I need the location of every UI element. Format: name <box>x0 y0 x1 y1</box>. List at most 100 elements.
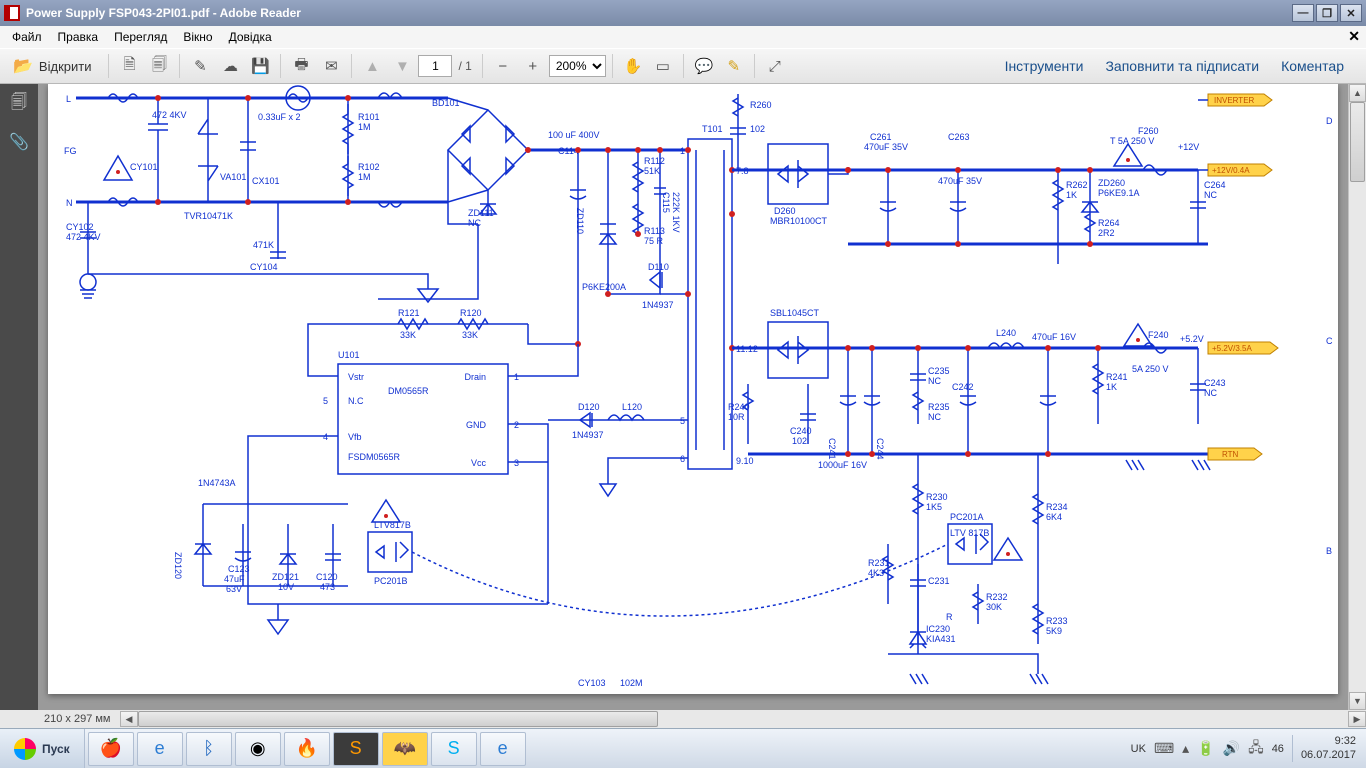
close-button[interactable]: ✕ <box>1340 4 1362 22</box>
svg-text:4: 4 <box>323 432 328 442</box>
network-icon[interactable]: 🖧 <box>1248 737 1264 761</box>
vertical-scrollbar[interactable]: ▲ ▼ <box>1348 84 1366 710</box>
thumbnails-icon[interactable]: 🗐 <box>7 92 31 116</box>
taskbar-app-chrome[interactable]: ◉ <box>235 732 281 766</box>
taskbar-app-ie[interactable]: e <box>137 732 183 766</box>
read-mode-button[interactable]: ⤢ <box>761 52 789 80</box>
scroll-up-button[interactable]: ▲ <box>1349 84 1366 102</box>
page-number-input[interactable] <box>418 55 452 77</box>
scroll-thumb-h[interactable] <box>138 711 658 727</box>
hand-tool-button[interactable]: ✋ <box>619 52 647 80</box>
comment-panel-link[interactable]: Коментар <box>1275 54 1350 78</box>
svg-text:DM0565R: DM0565R <box>388 386 429 396</box>
tools-panel-link[interactable]: Інструменти <box>999 54 1090 78</box>
svg-text:222K 1KV: 222K 1KV <box>671 192 681 233</box>
open-label: Відкрити <box>39 59 92 74</box>
svg-text:SBL1045CT: SBL1045CT <box>770 308 820 318</box>
start-button[interactable]: Пуск <box>0 729 85 768</box>
menu-help[interactable]: Довідка <box>221 28 280 46</box>
svg-text:L: L <box>66 94 71 104</box>
menu-edit[interactable]: Правка <box>50 28 107 46</box>
tray-chevron-icon[interactable]: ▴ <box>1182 740 1189 757</box>
print-button[interactable]: 🖶 <box>287 52 315 80</box>
keyboard-icon[interactable]: ⌨ <box>1154 740 1174 757</box>
svg-text:C: C <box>1326 336 1333 346</box>
svg-text:R232: R232 <box>986 592 1008 602</box>
taskbar-app-firefox[interactable]: 🔥 <box>284 732 330 766</box>
select-tool-button[interactable]: ▭ <box>649 52 677 80</box>
clock[interactable]: 9:32 06.07.2017 <box>1292 735 1356 761</box>
svg-text:R: R <box>946 612 953 622</box>
zoom-out-button[interactable]: − <box>489 52 517 80</box>
svg-text:R101: R101 <box>358 112 380 122</box>
taskbar-app-skype[interactable]: S <box>431 732 477 766</box>
document-viewport[interactable]: D C B L FG N 472 4KV CY101 VA101 TVR1047… <box>38 84 1348 710</box>
fill-sign-link[interactable]: Заповнити та підписати <box>1099 54 1265 78</box>
taskbar-app-ie2[interactable]: e <box>480 732 526 766</box>
svg-text:5: 5 <box>680 416 685 426</box>
annotate-button[interactable]: 💬 <box>690 52 718 80</box>
minimize-button[interactable]: — <box>1292 4 1314 22</box>
svg-text:0.33uF x 2: 0.33uF x 2 <box>258 112 301 122</box>
svg-text:+5.2V/3.5A: +5.2V/3.5A <box>1212 344 1252 353</box>
svg-text:10R: 10R <box>728 412 745 422</box>
prev-page-button[interactable]: ▲ <box>358 52 386 80</box>
restore-button[interactable]: ❐ <box>1316 4 1338 22</box>
taskbar-app-sublime[interactable]: S <box>333 732 379 766</box>
svg-text:D110: D110 <box>648 262 669 272</box>
svg-text:1000uF 16V: 1000uF 16V <box>818 460 867 470</box>
zoom-in-button[interactable]: + <box>519 52 547 80</box>
save-button[interactable]: 💾 <box>246 52 274 80</box>
email-button[interactable]: ✉ <box>317 52 345 80</box>
taskbar-app-bluetooth[interactable]: ᛒ <box>186 732 232 766</box>
scroll-right-button[interactable]: ▶ <box>1348 711 1366 727</box>
svg-text:TVR10471K: TVR10471K <box>184 211 233 221</box>
menu-view[interactable]: Перегляд <box>106 28 175 46</box>
edit-button[interactable]: ✎ <box>186 52 214 80</box>
svg-text:Drain: Drain <box>464 372 486 382</box>
zoom-select[interactable]: 200% <box>549 55 606 77</box>
menu-window[interactable]: Вікно <box>175 28 220 46</box>
svg-text:470uF 35V: 470uF 35V <box>938 176 982 186</box>
next-page-button[interactable]: ▼ <box>388 52 416 80</box>
cloud-button[interactable]: ☁ <box>216 52 244 80</box>
svg-text:ZD120: ZD120 <box>173 552 183 579</box>
menu-close-doc[interactable]: ✕ <box>1348 28 1360 45</box>
svg-text:INVERTER: INVERTER <box>1214 96 1255 105</box>
battery-icon[interactable]: 🔋 <box>1197 740 1214 757</box>
svg-text:FG: FG <box>64 146 77 156</box>
highlight-button[interactable]: ✎ <box>720 52 748 80</box>
menu-file[interactable]: Файл <box>4 28 50 46</box>
scroll-down-button[interactable]: ▼ <box>1349 692 1366 710</box>
svg-text:472 4KV: 472 4KV <box>66 232 101 242</box>
attachments-icon[interactable]: 📎 <box>7 130 31 154</box>
svg-text:R260: R260 <box>750 100 772 110</box>
export-pdf-button[interactable]: 🗐 <box>145 52 173 80</box>
scroll-left-button[interactable]: ◀ <box>120 711 138 727</box>
svg-text:ZD121: ZD121 <box>272 572 299 582</box>
language-indicator[interactable]: UK <box>1131 743 1146 755</box>
taskbar-app-finder[interactable]: 🍎 <box>88 732 134 766</box>
svg-text:D120: D120 <box>578 402 600 412</box>
svg-text:F260: F260 <box>1138 126 1159 136</box>
svg-text:9.10: 9.10 <box>736 456 754 466</box>
volume-icon[interactable]: 🔊 <box>1223 740 1240 757</box>
svg-text:T 5A 250 V: T 5A 250 V <box>1110 136 1154 146</box>
battery-percent: 46 <box>1272 743 1284 755</box>
svg-text:1N4743A: 1N4743A <box>198 478 236 488</box>
open-button[interactable]: 📂Відкрити <box>6 52 102 80</box>
svg-text:102M: 102M <box>620 678 643 688</box>
svg-text:+12V: +12V <box>1178 142 1199 152</box>
svg-text:Vfb: Vfb <box>348 432 362 442</box>
svg-text:CX101: CX101 <box>252 176 280 186</box>
svg-text:2: 2 <box>514 420 519 430</box>
scroll-thumb-v[interactable] <box>1350 102 1365 182</box>
svg-text:NC: NC <box>928 412 941 422</box>
schematic-diagram: D C B L FG N 472 4KV CY101 VA101 TVR1047… <box>48 84 1338 694</box>
create-pdf-button[interactable]: 🗎 <box>115 52 143 80</box>
taskbar-app-bat[interactable]: 🦇 <box>382 732 428 766</box>
svg-text:NC: NC <box>468 218 481 228</box>
svg-text:FSDM0565R: FSDM0565R <box>348 452 401 462</box>
svg-text:R113: R113 <box>644 226 665 236</box>
svg-text:470uF 16V: 470uF 16V <box>1032 332 1076 342</box>
